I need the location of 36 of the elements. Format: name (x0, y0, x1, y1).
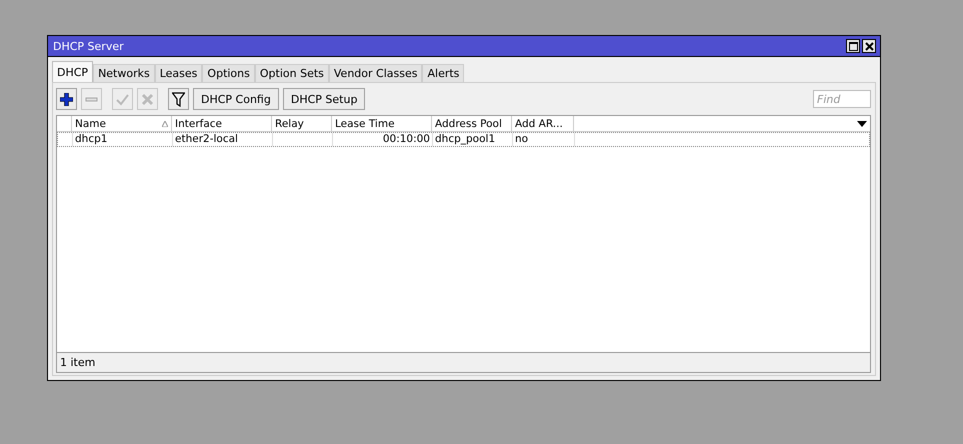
table-cell: no (515, 133, 528, 145)
tab[interactable]: Option Sets (254, 64, 329, 82)
column-header[interactable]: Name (72, 116, 172, 131)
sort-icon (162, 120, 168, 126)
table-cell: dhcp_pool1 (435, 133, 496, 145)
column-header[interactable]: Add AR... (512, 116, 574, 131)
tab[interactable]: Vendor Classes (328, 64, 422, 82)
table-row[interactable]: dhcp1 ether2-local 00:10:00 dhcp_pool1 no (57, 132, 870, 147)
tab[interactable]: Options (202, 64, 255, 82)
table-cell: ether2-local (175, 133, 238, 145)
toolbar-button[interactable]: DHCP Config (193, 88, 279, 110)
cross-icon (141, 92, 154, 106)
item-count: 1 item (60, 356, 96, 369)
filter-button[interactable] (168, 88, 189, 110)
column-header[interactable]: Lease Time (332, 116, 432, 131)
add-button[interactable] (56, 88, 77, 110)
maximize-button[interactable] (846, 39, 860, 53)
dropdown-icon (857, 120, 867, 126)
column-header[interactable]: Address Pool (432, 116, 512, 131)
toolbar-button[interactable]: DHCP Setup (282, 88, 366, 110)
column-header[interactable]: Relay (272, 116, 332, 131)
checkmark-icon (116, 92, 129, 106)
tab[interactable]: Leases (154, 64, 202, 82)
close-button[interactable] (862, 39, 876, 53)
maximize-icon (848, 42, 858, 50)
table-cell: 00:10:00 (382, 133, 430, 145)
tab[interactable]: DHCP (52, 61, 94, 82)
column-header[interactable]: Interface (172, 116, 272, 131)
plus-icon (60, 92, 73, 106)
find-field[interactable]: Find (813, 90, 871, 108)
close-icon (864, 42, 874, 50)
tab[interactable]: Alerts (422, 64, 464, 82)
table-cell: dhcp1 (75, 133, 108, 145)
window-title: DHCP Server (53, 40, 125, 52)
filter-icon (172, 92, 185, 106)
tab[interactable]: Networks (93, 64, 155, 82)
